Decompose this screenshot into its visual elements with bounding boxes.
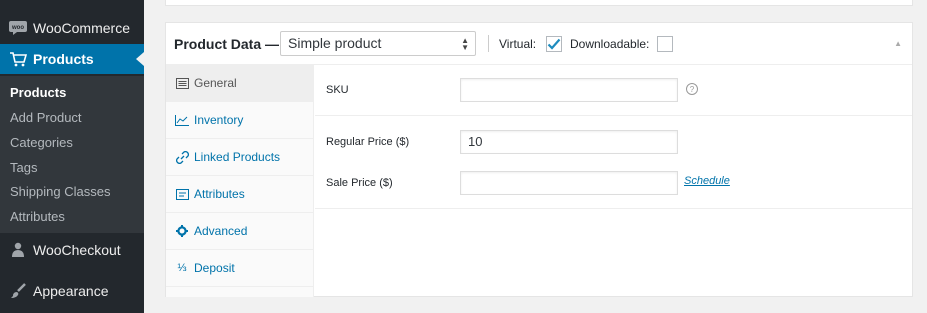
submenu-shipping-classes[interactable]: Shipping Classes — [10, 184, 110, 199]
menu-appearance-label: Appearance — [33, 283, 109, 299]
sku-label: SKU — [326, 84, 349, 96]
submenu-tags[interactable]: Tags — [10, 160, 37, 175]
menu-appearance[interactable]: Appearance — [0, 277, 144, 305]
menu-woocommerce-label: WooCommerce — [33, 20, 130, 36]
select-arrows-icon: ▲ ▼ — [461, 36, 469, 52]
woocommerce-icon: woo — [8, 18, 28, 38]
submenu-add-product[interactable]: Add Product — [10, 110, 82, 125]
menu-woocheckout[interactable]: WooCheckout — [0, 236, 144, 264]
tab-advanced-label: Advanced — [194, 224, 248, 238]
gear-icon — [174, 225, 190, 237]
admin-sidebar: woo WooCommerce Products Products Add Pr… — [0, 0, 144, 313]
tab-deposit-label: Deposit — [194, 261, 235, 275]
attributes-icon — [174, 188, 190, 200]
paintbrush-icon — [8, 281, 28, 301]
woo-badge-text: woo — [11, 25, 24, 31]
products-submenu: Products Add Product Categories Tags Shi… — [0, 76, 144, 233]
downloadable-checkbox[interactable] — [657, 36, 673, 52]
checkmark-icon — [547, 38, 561, 50]
tab-general-label: General — [194, 76, 237, 90]
deposit-icon: ⅓ — [177, 262, 187, 274]
header-divider — [488, 35, 489, 52]
product-data-title: Product Data — — [174, 36, 280, 52]
downloadable-label: Downloadable: — [570, 37, 650, 51]
tab-advanced[interactable]: Advanced — [166, 213, 314, 250]
product-type-select[interactable]: Simple product ▲ ▼ — [280, 31, 476, 56]
sale-price-input[interactable] — [460, 171, 678, 195]
user-icon — [8, 240, 28, 260]
tab-attributes[interactable]: Attributes — [166, 176, 314, 213]
sale-price-label: Sale Price ($) — [326, 177, 393, 189]
section-divider — [315, 115, 912, 116]
menu-woocheckout-label: WooCheckout — [33, 242, 121, 258]
regular-price-input[interactable]: 10 — [460, 130, 678, 154]
product-data-tabs: General Inventory Linked Products Attrib… — [166, 65, 314, 297]
virtual-label: Virtual: — [499, 37, 537, 51]
tab-inventory-label: Inventory — [194, 113, 244, 127]
product-data-panel: Product Data — Simple product ▲ ▼ Virtual… — [165, 22, 913, 297]
previous-metabox — [165, 0, 913, 6]
tab-attributes-label: Attributes — [194, 187, 245, 201]
submenu-categories[interactable]: Categories — [10, 135, 73, 150]
general-icon — [174, 77, 190, 89]
menu-woocommerce[interactable]: woo WooCommerce — [0, 14, 144, 42]
regular-price-label: Regular Price ($) — [326, 136, 410, 148]
tab-inventory[interactable]: Inventory — [166, 102, 314, 139]
collapse-toggle-icon[interactable]: ▲ — [894, 39, 902, 48]
product-type-value: Simple product — [288, 35, 382, 51]
menu-products[interactable]: Products — [0, 44, 144, 74]
link-icon — [174, 150, 190, 164]
tab-linked-products[interactable]: Linked Products — [166, 139, 314, 176]
tab-linked-products-label: Linked Products — [194, 150, 281, 164]
tab-deposit[interactable]: ⅓ Deposit — [166, 250, 314, 287]
product-data-header: Product Data — Simple product ▲ ▼ Virtual… — [166, 23, 912, 65]
section-divider-bottom — [315, 208, 912, 209]
submenu-attributes[interactable]: Attributes — [10, 209, 65, 224]
virtual-checkbox[interactable] — [546, 36, 562, 52]
cart-icon — [8, 49, 28, 69]
tab-general[interactable]: General — [166, 65, 314, 102]
menu-products-label: Products — [33, 51, 94, 67]
inventory-icon — [174, 114, 190, 126]
schedule-link[interactable]: Schedule — [684, 175, 730, 187]
submenu-products[interactable]: Products — [10, 85, 66, 100]
help-icon[interactable]: ? — [686, 83, 698, 95]
sku-input[interactable] — [460, 78, 678, 102]
